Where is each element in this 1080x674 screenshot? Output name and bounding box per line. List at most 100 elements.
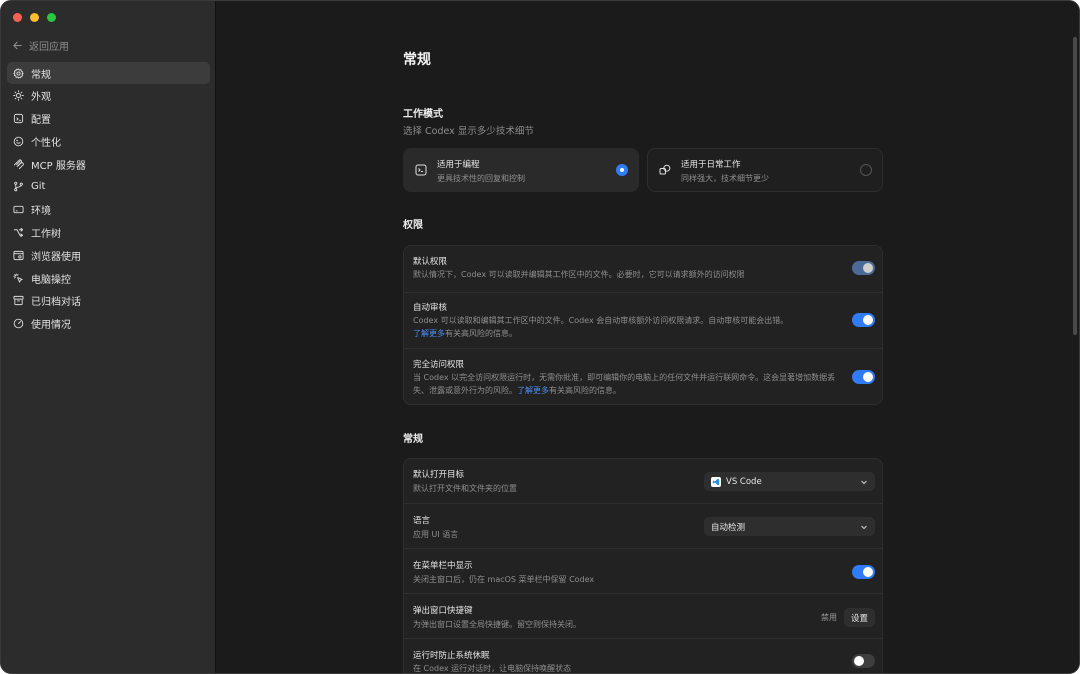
learn-more-link[interactable]: 了解更多: [517, 386, 549, 395]
mode-radio-unselected[interactable]: [860, 164, 872, 176]
menubar-toggle[interactable]: [852, 565, 875, 579]
sun-icon: [13, 90, 24, 102]
row-desc: 在 Codex 运行对话时，让电脑保持唤醒状态: [413, 664, 572, 673]
chevron-down-icon: [861, 525, 867, 530]
general-title: 常规: [403, 434, 423, 445]
work-mode-subtitle: 选择 Codex 显示多少技术细节: [403, 126, 534, 137]
sidebar-item-label: 浏览器使用: [31, 251, 81, 263]
general-row-language: 语言 应用 UI 语言 自动检测: [404, 503, 882, 548]
cursor-click-icon: [13, 273, 23, 283]
sidebar-item-environment[interactable]: 环境: [7, 199, 210, 221]
permissions-title: 权限: [403, 220, 423, 231]
sidebar-item-mcp[interactable]: MCP 服务器: [7, 153, 210, 175]
row-desc-text: 当 Codex 以完全访问权限运行时，无需你批准，即可编辑你的电脑上的任何文件并…: [413, 373, 836, 395]
page-title: 常规: [403, 52, 431, 68]
row-title: 完全访问权限: [413, 360, 465, 370]
gear-icon: [13, 67, 24, 79]
row-desc: 为弹出窗口设置全局快捷键。留空则保持关闭。: [413, 620, 581, 629]
mode-option-daily[interactable]: 适用于日常工作 同样强大，技术细节更少: [647, 148, 883, 192]
sidebar-item-label: 环境: [31, 206, 51, 218]
general-row-prevent-sleep: 运行时防止系统休眠 在 Codex 运行对话时，让电脑保持唤醒状态: [404, 638, 882, 673]
sidebar-item-config[interactable]: 配置: [7, 108, 210, 130]
scrollbar[interactable]: [1073, 37, 1077, 335]
mcp-icon: [13, 159, 24, 169]
row-title: 默认权限: [413, 257, 448, 267]
full-access-toggle[interactable]: [852, 370, 875, 384]
permissions-panel: 默认权限 默认情况下，Codex 可以读取并编辑其工作区中的文件。必要时，它可以…: [403, 245, 883, 405]
row-desc-after: 有关高风险的信息。: [549, 385, 621, 395]
arrow-left-icon: [13, 41, 22, 49]
language-value: 自动检测: [711, 522, 746, 533]
mode-radio-selected[interactable]: [616, 164, 628, 176]
row-title: 弹出窗口快捷键: [413, 606, 473, 616]
back-to-app-button[interactable]: 返回应用: [12, 37, 69, 53]
chevron-down-icon: [861, 480, 867, 485]
row-desc-text: Codex 可以读取和编辑其工作区中的文件。Codex 会自动审核额外访问权限请…: [413, 316, 789, 325]
general-row-open-target: 默认打开目标 默认打开文件和文件夹的位置 VS Code: [404, 459, 882, 503]
window-controls: [13, 13, 56, 22]
row-title: 默认打开目标: [413, 470, 465, 480]
row-title: 自动审核: [413, 303, 448, 313]
sidebar-item-label: 外观: [31, 92, 51, 104]
sidebar-item-archived[interactable]: 已归档对话: [7, 290, 210, 312]
archive-icon: [13, 296, 24, 306]
permission-row-default: 默认权限 默认情况下，Codex 可以读取并编辑其工作区中的文件。必要时，它可以…: [404, 246, 882, 292]
app-window: 返回应用 常规 外观 配置 个性化 MCP 服务器 Git 环境 工作树 浏览器…: [0, 0, 1080, 674]
sidebar-item-usage[interactable]: 使用情况: [7, 313, 210, 335]
shapes-icon: [659, 164, 671, 175]
sidebar-item-personalization[interactable]: 个性化: [7, 130, 210, 152]
learn-more-link[interactable]: 了解更多: [413, 329, 445, 338]
smile-icon: [13, 136, 24, 147]
sidebar-item-label: 使用情况: [31, 320, 71, 332]
work-mode-title: 工作模式: [403, 109, 443, 120]
gauge-icon: [13, 318, 24, 329]
settings-main: 常规 工作模式 选择 Codex 显示多少技术细节 适用于编程 更具技术性的回复…: [216, 1, 1079, 673]
sidebar-item-label: 已归档对话: [31, 297, 81, 309]
row-desc: Codex 可以读取和编辑其工作区中的文件。Codex 会自动审核额外访问权限请…: [413, 315, 843, 340]
auto-review-toggle[interactable]: [852, 313, 875, 327]
settings-nav: 常规 外观 配置 个性化 MCP 服务器 Git 环境 工作树 浏览器使用 电脑…: [7, 62, 210, 336]
mode-option-desc: 更具技术性的回复和控制: [437, 174, 525, 183]
sidebar-item-git[interactable]: Git: [7, 176, 210, 198]
row-title: 语言: [413, 516, 431, 526]
general-panel: 默认打开目标 默认打开文件和文件夹的位置 VS Code 语言 应用 UI 语言: [403, 458, 883, 673]
minimize-window-button[interactable]: [30, 13, 39, 22]
monitor-icon: [13, 206, 24, 214]
general-row-menubar: 在菜单栏中显示 关闭主窗口后，仍在 macOS 菜单栏中保留 Codex: [404, 548, 882, 593]
language-select[interactable]: 自动检测: [704, 517, 875, 536]
permission-row-auto-review: 自动审核 Codex 可以读取和编辑其工作区中的文件。Codex 会自动审核额外…: [404, 292, 882, 348]
sidebar-item-label: Git: [31, 181, 46, 193]
sidebar-item-label: MCP 服务器: [31, 160, 86, 172]
hotkey-status: 禁用: [821, 613, 837, 622]
sidebar-item-worktree[interactable]: 工作树: [7, 222, 210, 244]
worktree-icon: [13, 227, 24, 238]
vscode-icon: [711, 476, 721, 487]
row-desc: 默认情况下，Codex 可以读取并编辑其工作区中的文件。必要时，它可以请求额外的…: [413, 270, 745, 279]
prevent-sleep-toggle[interactable]: [852, 654, 875, 668]
default-permission-toggle[interactable]: [852, 261, 875, 275]
sidebar-item-computer-use[interactable]: 电脑操控: [7, 267, 210, 289]
sidebar-item-label: 电脑操控: [31, 274, 71, 286]
mode-option-coding[interactable]: 适用于编程 更具技术性的回复和控制: [403, 148, 639, 192]
row-desc: 当 Codex 以完全访问权限运行时，无需你批准，即可编辑你的电脑上的任何文件并…: [413, 372, 843, 397]
permission-row-full-access: 完全访问权限 当 Codex 以完全访问权限运行时，无需你批准，即可编辑你的电脑…: [404, 348, 882, 404]
sidebar-item-general[interactable]: 常规: [7, 62, 210, 84]
sidebar-item-browser[interactable]: 浏览器使用: [7, 244, 210, 266]
mode-option-title: 适用于编程: [437, 160, 480, 170]
sidebar-item-label: 配置: [31, 115, 51, 127]
row-title: 在菜单栏中显示: [413, 561, 473, 571]
back-label: 返回应用: [29, 41, 69, 53]
sidebar-item-label: 工作树: [31, 229, 61, 241]
row-desc: 关闭主窗口后，仍在 macOS 菜单栏中保留 Codex: [413, 575, 595, 584]
git-branch-icon: [14, 182, 23, 192]
row-title: 运行时防止系统休眠: [413, 651, 490, 661]
open-target-select[interactable]: VS Code: [704, 472, 875, 491]
hotkey-set-button[interactable]: 设置: [843, 608, 875, 627]
close-window-button[interactable]: [13, 13, 22, 22]
row-desc-after: 有关高风险的信息。: [445, 328, 517, 338]
sidebar-item-label: 常规: [31, 69, 51, 81]
zoom-window-button[interactable]: [47, 13, 56, 22]
sidebar-item-appearance[interactable]: 外观: [7, 85, 210, 107]
general-row-hotkey: 弹出窗口快捷键 为弹出窗口设置全局快捷键。留空则保持关闭。 禁用 设置: [404, 593, 882, 638]
sidebar: 返回应用 常规 外观 配置 个性化 MCP 服务器 Git 环境 工作树 浏览器…: [1, 1, 216, 673]
